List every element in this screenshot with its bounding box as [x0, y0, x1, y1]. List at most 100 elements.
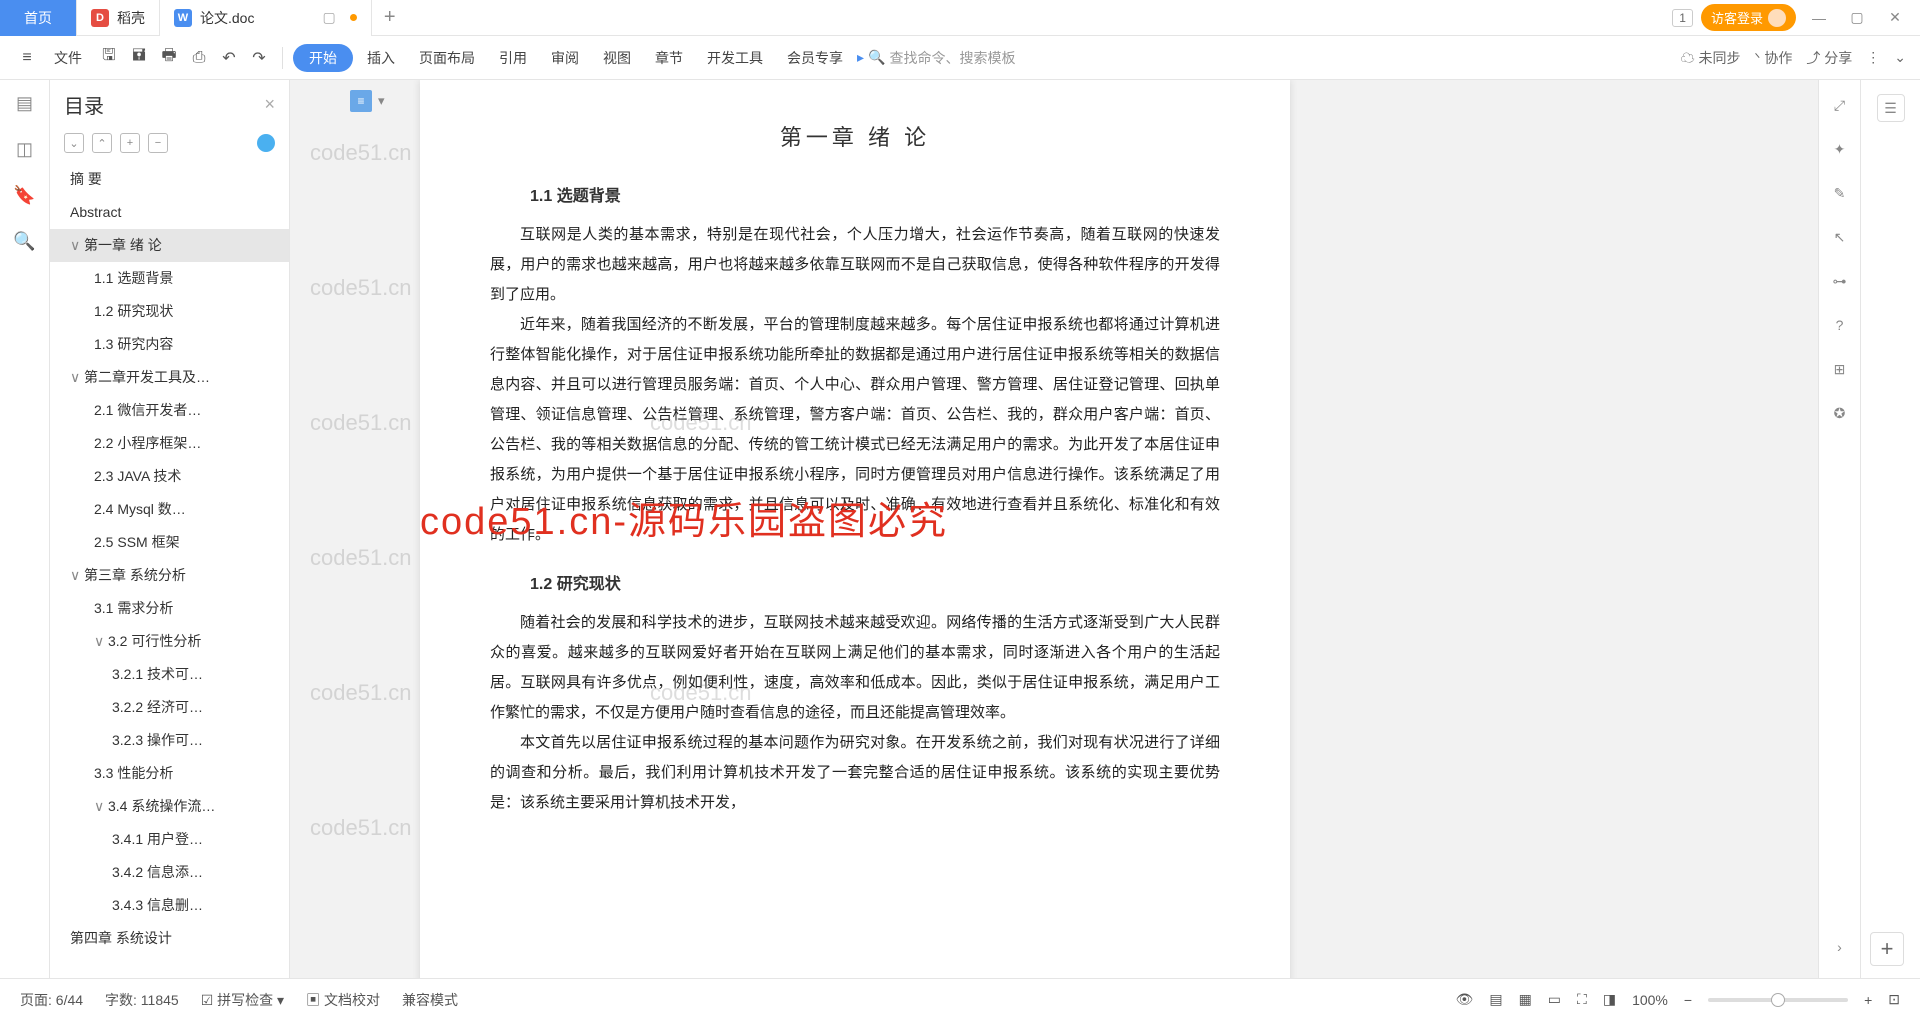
- undo-icon[interactable]: ↶: [216, 45, 242, 71]
- compat-mode[interactable]: 兼容模式: [402, 990, 458, 1010]
- tab-start[interactable]: 开始: [293, 44, 353, 72]
- tab-home[interactable]: 首页: [0, 0, 77, 36]
- toc-item[interactable]: 2.4 Mysql 数…: [50, 493, 289, 526]
- document-page[interactable]: 第一章 绪 论 1.1 选题背景 互联网是人类的基本需求，特别是在现代社会，个人…: [420, 80, 1290, 978]
- collapse-ribbon-icon[interactable]: ⌄: [1894, 49, 1906, 66]
- command-search[interactable]: 🔍查找命令、搜索模板: [868, 48, 1015, 68]
- more-tabs-icon[interactable]: ▸: [857, 49, 864, 66]
- view-web-icon[interactable]: ▦: [1519, 991, 1532, 1008]
- toc-item[interactable]: 3.3 性能分析: [50, 757, 289, 790]
- toc-item[interactable]: ∨第二章开发工具及…: [50, 361, 289, 394]
- image-tool-icon[interactable]: ⊞: [1829, 358, 1851, 380]
- more-icon[interactable]: ⋮: [1866, 49, 1880, 66]
- tab-view[interactable]: 视图: [593, 48, 641, 68]
- view-panel-icon[interactable]: ◨: [1603, 991, 1616, 1008]
- preview-icon[interactable]: ⎙: [186, 45, 212, 71]
- share-button[interactable]: ⤴ 分享: [1806, 48, 1852, 68]
- toc-item[interactable]: 1.2 研究现状: [50, 295, 289, 328]
- toc-item[interactable]: 3.2.2 经济可…: [50, 691, 289, 724]
- tab-ref[interactable]: 引用: [489, 48, 537, 68]
- chevron-down-icon[interactable]: ▾: [378, 93, 385, 109]
- watermark: code51.cn: [310, 140, 412, 166]
- page-indicator[interactable]: 页面: 6/44: [20, 990, 83, 1010]
- toc-add[interactable]: +: [120, 133, 140, 153]
- collapse-panel-icon[interactable]: ›: [1829, 936, 1851, 958]
- zoom-value[interactable]: 100%: [1632, 992, 1668, 1008]
- coop-button[interactable]: ᐠ 协作: [1755, 48, 1793, 68]
- toc-sync-icon[interactable]: [257, 134, 275, 152]
- minimize-button[interactable]: —: [1804, 3, 1834, 33]
- toc-item[interactable]: ∨3.4 系统操作流…: [50, 790, 289, 823]
- tab-review[interactable]: 审阅: [541, 48, 589, 68]
- toc-item[interactable]: ∨3.2 可行性分析: [50, 625, 289, 658]
- toc-item[interactable]: 第四章 系统设计: [50, 922, 289, 955]
- zoom-out-button[interactable]: −: [1684, 992, 1692, 1008]
- zoom-slider[interactable]: [1708, 998, 1848, 1002]
- toc-item[interactable]: Abstract: [50, 196, 289, 229]
- toc-item[interactable]: 3.4.1 用户登…: [50, 823, 289, 856]
- window-count-badge[interactable]: 1: [1672, 9, 1693, 27]
- toc-item[interactable]: 3.1 需求分析: [50, 592, 289, 625]
- maximize-button[interactable]: ▢: [1842, 3, 1872, 33]
- star-icon[interactable]: ✪: [1829, 402, 1851, 424]
- guest-login-button[interactable]: 访客登录: [1701, 4, 1796, 31]
- tab-member[interactable]: 会员专享: [777, 48, 853, 68]
- tab-document[interactable]: W论文.doc▢: [160, 0, 372, 36]
- toc-item[interactable]: 3.4.2 信息添…: [50, 856, 289, 889]
- tab-shell[interactable]: D稻壳: [77, 0, 160, 36]
- toc-item[interactable]: 摘 要: [50, 163, 289, 196]
- rocket-icon[interactable]: ✦: [1829, 138, 1851, 160]
- print-icon[interactable]: 🖶: [156, 45, 182, 71]
- save-icon[interactable]: 🖫: [96, 45, 122, 71]
- toc-item[interactable]: ∨第三章 系统分析: [50, 559, 289, 592]
- menu-icon[interactable]: ≡: [14, 45, 40, 71]
- toc-item[interactable]: 3.4.3 信息删…: [50, 889, 289, 922]
- file-menu[interactable]: 文件: [44, 48, 92, 68]
- toc-expand-all[interactable]: ⌃: [92, 133, 112, 153]
- spell-check[interactable]: ☑ 拼写检查 ▾: [201, 990, 284, 1010]
- tab-insert[interactable]: 插入: [357, 48, 405, 68]
- pen-icon[interactable]: ✎: [1829, 182, 1851, 204]
- toc-collapse-all[interactable]: ⌄: [64, 133, 84, 153]
- help-icon[interactable]: ?: [1829, 314, 1851, 336]
- view-outline-icon[interactable]: ▭: [1548, 991, 1561, 1008]
- fit-page-icon[interactable]: ⊡: [1888, 991, 1900, 1008]
- zoom-in-button[interactable]: +: [1864, 992, 1872, 1008]
- find-icon[interactable]: 🔍: [14, 230, 36, 252]
- close-button[interactable]: ✕: [1880, 3, 1910, 33]
- chapter-title: 第一章 绪 论: [490, 120, 1220, 152]
- compress-icon[interactable]: ⤢: [1829, 94, 1851, 116]
- toc-item[interactable]: ∨第一章 绪 论: [50, 229, 289, 262]
- doc-page-icon[interactable]: ≡: [350, 90, 372, 112]
- toc-item[interactable]: 1.3 研究内容: [50, 328, 289, 361]
- toc-item[interactable]: 3.2.3 操作可…: [50, 724, 289, 757]
- add-fab-button[interactable]: +: [1870, 932, 1904, 966]
- redo-icon[interactable]: ↷: [246, 45, 272, 71]
- proofread[interactable]: ▣ 文档校对: [306, 990, 380, 1010]
- settings-slider-icon[interactable]: ⊶: [1829, 270, 1851, 292]
- saveas-icon[interactable]: 🖬: [126, 45, 152, 71]
- tab-layout[interactable]: 页面布局: [409, 48, 485, 68]
- sync-status[interactable]: ☁ 未同步: [1681, 48, 1741, 68]
- filter-toggle[interactable]: ☰: [1877, 94, 1905, 122]
- tab-chapter[interactable]: 章节: [645, 48, 693, 68]
- cursor-icon[interactable]: ↖: [1829, 226, 1851, 248]
- bookmark-icon[interactable]: 🔖: [14, 184, 36, 206]
- word-count[interactable]: 字数: 11845: [105, 990, 179, 1010]
- toc-list: 摘 要Abstract∨第一章 绪 论1.1 选题背景1.2 研究现状1.3 研…: [50, 163, 289, 978]
- toc-item[interactable]: 3.2.1 技术可…: [50, 658, 289, 691]
- toc-item[interactable]: 2.5 SSM 框架: [50, 526, 289, 559]
- toc-item[interactable]: 2.3 JAVA 技术: [50, 460, 289, 493]
- toc-close-button[interactable]: ×: [264, 94, 275, 115]
- outline-icon[interactable]: ▤: [14, 92, 36, 114]
- tab-add-button[interactable]: +: [372, 6, 408, 29]
- toc-item[interactable]: 2.1 微信开发者…: [50, 394, 289, 427]
- toc-remove[interactable]: −: [148, 133, 168, 153]
- toc-item[interactable]: 1.1 选题背景: [50, 262, 289, 295]
- toc-item[interactable]: 2.2 小程序框架…: [50, 427, 289, 460]
- view-fullscreen-icon[interactable]: ⛶: [1577, 991, 1587, 1008]
- view-read-icon[interactable]: 👁: [1456, 991, 1474, 1008]
- tab-dev[interactable]: 开发工具: [697, 48, 773, 68]
- view-page-icon[interactable]: ▤: [1489, 991, 1502, 1008]
- nav-icon[interactable]: ◫: [14, 138, 36, 160]
